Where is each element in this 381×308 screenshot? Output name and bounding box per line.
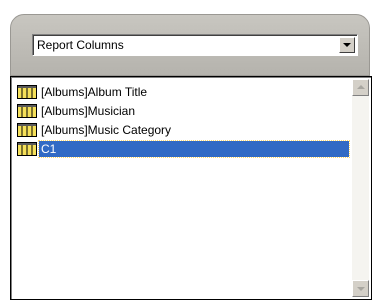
list-item[interactable]: [Albums]Musician bbox=[14, 102, 347, 121]
list-item[interactable]: [Albums]Album Title bbox=[14, 83, 347, 102]
list-item-label: [Albums]Music Category bbox=[41, 123, 172, 137]
table-column-icon bbox=[17, 142, 37, 156]
list-item-label: [Albums]Album Title bbox=[41, 85, 148, 99]
scroll-up-button[interactable] bbox=[352, 79, 369, 96]
list-item-selected[interactable]: C1 bbox=[14, 140, 350, 159]
list-item-label: [Albums]Musician bbox=[41, 104, 136, 118]
arrow-down-icon bbox=[357, 287, 365, 291]
table-column-icon bbox=[17, 123, 37, 137]
list-item[interactable]: [Albums]Music Category bbox=[14, 121, 347, 140]
list-item-label: C1 bbox=[39, 141, 59, 157]
chevron-down-icon bbox=[343, 43, 351, 47]
table-column-icon bbox=[17, 85, 37, 99]
selection-highlight bbox=[38, 140, 350, 158]
table-column-icon bbox=[17, 104, 37, 118]
vertical-scrollbar[interactable] bbox=[352, 79, 369, 297]
report-columns-dropdown[interactable]: Report Columns bbox=[32, 34, 358, 56]
dropdown-button[interactable] bbox=[339, 37, 355, 53]
dropdown-selected-value: Report Columns bbox=[37, 38, 124, 52]
scroll-down-button[interactable] bbox=[352, 280, 369, 297]
columns-list[interactable]: [Albums]Album Title [Albums]Musician [Al… bbox=[10, 76, 372, 300]
arrow-up-icon bbox=[357, 85, 365, 89]
